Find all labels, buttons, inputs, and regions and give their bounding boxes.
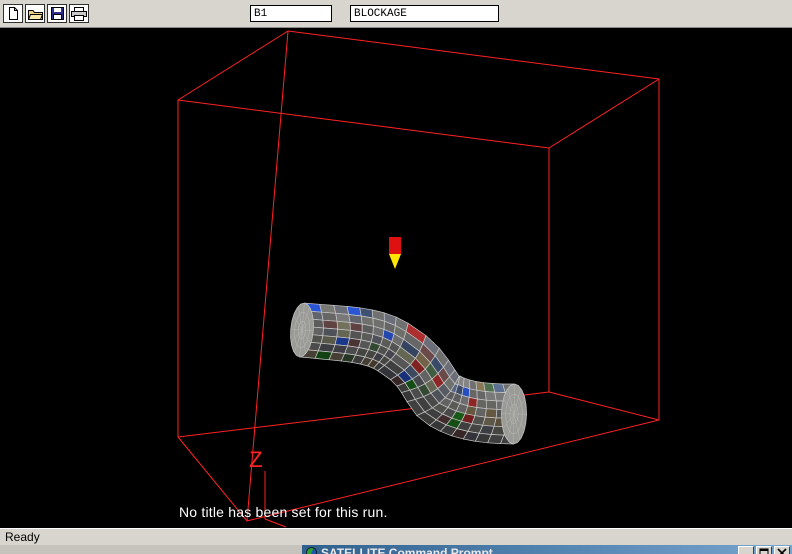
save-icon	[51, 7, 64, 20]
save-file-button[interactable]	[47, 4, 67, 23]
status-text: Ready	[5, 530, 40, 544]
close-button[interactable]	[774, 546, 790, 554]
maximize-button[interactable]	[756, 546, 772, 554]
probe-marker[interactable]	[389, 237, 401, 269]
toolbar	[0, 0, 792, 28]
open-folder-icon	[28, 8, 43, 20]
new-document-icon	[7, 6, 20, 21]
print-icon	[71, 7, 87, 21]
maximize-icon	[759, 548, 769, 554]
satellite-main-window: Z No title has been set for this run. Re…	[0, 0, 792, 554]
pipe-object[interactable]	[291, 303, 527, 444]
bottom-window-strip: SATELLITE Command Prompt	[0, 545, 792, 554]
command-prompt-title: SATELLITE Command Prompt	[321, 546, 493, 554]
satellite-app-icon	[306, 547, 317, 554]
caption-buttons	[738, 546, 790, 554]
command-prompt-titlebar[interactable]: SATELLITE Command Prompt	[302, 545, 792, 554]
status-bar: Ready	[0, 528, 792, 545]
print-button[interactable]	[69, 4, 89, 23]
scene-svg: Z	[0, 28, 792, 528]
run-title-message: No title has been set for this run.	[179, 504, 388, 520]
minimize-icon	[741, 548, 751, 554]
axis-z-label: Z	[249, 448, 263, 474]
object-name-field[interactable]	[250, 5, 332, 22]
object-type-field[interactable]	[350, 5, 499, 22]
viewport-3d[interactable]: Z No title has been set for this run.	[0, 28, 792, 528]
new-file-button[interactable]	[3, 4, 23, 23]
open-file-button[interactable]	[25, 4, 45, 23]
minimize-button[interactable]	[738, 546, 754, 554]
close-icon	[777, 548, 787, 554]
